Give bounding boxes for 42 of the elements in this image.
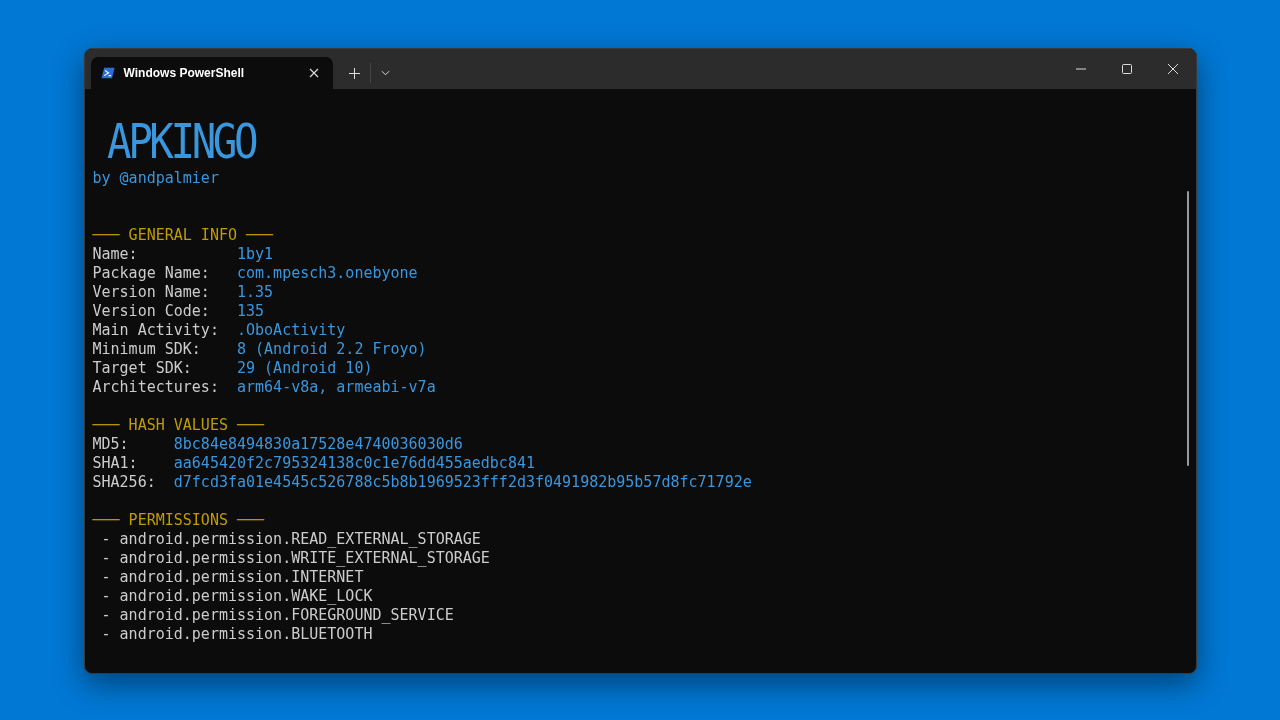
field-value: aa645420f2c795324138c0c1e76dd455aedbc841 — [173, 454, 535, 473]
close-icon[interactable] — [1167, 64, 1178, 74]
new-tab-icon[interactable] — [348, 68, 360, 79]
scrollbar-thumb[interactable] — [1186, 191, 1189, 466]
permission-item: - android.permission.WRITE_EXTERNAL_STORAGE — [100, 549, 491, 568]
field-value: 8 (Android 2.2 Froyo) — [237, 340, 427, 359]
field-value: arm64-v8a, armeabi-v7a — [237, 378, 436, 397]
permission-item: - android.permission.FOREGROUND_SERVICE — [100, 606, 455, 625]
field-label: SHA1: — [92, 454, 139, 473]
byline: by @andpalmier — [92, 169, 220, 188]
field-label: Minimum SDK: — [92, 340, 202, 359]
field-value: d7fcd3fa01e4545c526788c5b8b1969523fff2d3f0491982b95b57d8fc71792e — [173, 473, 752, 492]
field-label: Target SDK: — [92, 359, 193, 378]
caret-icon[interactable] — [380, 70, 390, 76]
field-label: Architectures: — [92, 378, 220, 397]
close-icon[interactable] — [308, 68, 319, 78]
field-label: MD5: — [92, 435, 130, 454]
field-label: Version Code: — [92, 302, 211, 321]
field-value: .OboActivity — [237, 321, 346, 340]
field-label: Main Activity: — [92, 321, 220, 340]
field-value: 1by1 — [237, 245, 274, 264]
field-value: 29 (Android 10) — [237, 359, 373, 378]
permission-item: - android.permission.READ_EXTERNAL_STORAGE — [100, 530, 482, 549]
field-label: Version Name: — [92, 283, 211, 302]
field-label: Name: — [92, 245, 139, 264]
section-heading: ─── GENERAL INFO ─── — [92, 226, 275, 245]
field-label: Package Name: — [92, 264, 211, 283]
maximize-icon[interactable] — [1121, 64, 1132, 74]
section-heading: ─── HASH VALUES ─── — [92, 416, 266, 435]
section-heading: ─── PERMISSIONS ─── — [92, 511, 266, 530]
field-value: 135 — [237, 302, 265, 321]
tab[interactable]: Windows PowerShell — [90, 57, 333, 89]
field-value: 1.35 — [237, 283, 274, 302]
field-value: 8bc84e8494830a17528e4740036030d6 — [173, 435, 463, 454]
logo: APKINGO — [106, 113, 255, 169]
permission-item: - android.permission.BLUETOOTH — [100, 625, 374, 644]
permission-item: - android.permission.INTERNET — [100, 568, 365, 587]
permission-item: - android.permission.WAKE_LOCK — [100, 587, 374, 606]
powershell-icon — [100, 66, 116, 80]
field-label: SHA256: — [92, 473, 157, 492]
field-value: com.mpesch3.onebyone — [237, 264, 418, 283]
tab-title: Windows PowerShell — [123, 66, 246, 80]
